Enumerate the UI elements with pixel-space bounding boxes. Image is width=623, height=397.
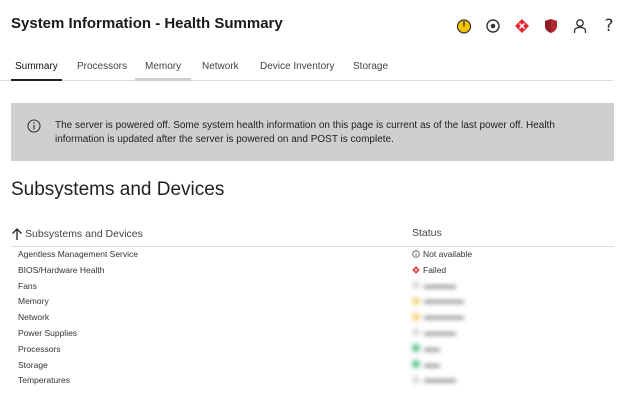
tab-label: Processors: [77, 61, 128, 72]
table-body: Agentless Management Service Not availab…: [11, 247, 614, 389]
blurred-status: ▬▬▬▬: [412, 281, 456, 290]
tab-device-inventory[interactable]: Device Inventory: [260, 61, 334, 80]
table-row[interactable]: Memory ▬▬▬▬▬: [11, 294, 614, 310]
help-glyph: ?: [604, 16, 614, 36]
blurred-status: ▬▬: [412, 344, 440, 353]
user-icon[interactable]: [570, 16, 590, 36]
blurred-status: ▬▬▬▬▬: [412, 312, 464, 321]
table-row[interactable]: Temperatures ▬▬▬▬: [11, 373, 614, 389]
blurred-status: ▬▬▬▬: [412, 328, 456, 337]
blurred-status-text: ▬▬▬▬▬: [424, 296, 464, 306]
page-title: System Information - Health Summary: [11, 15, 283, 32]
blurred-status-icon: [412, 312, 420, 321]
status-text: Failed: [423, 264, 447, 275]
banner-message: The server is powered off. Some system h…: [55, 120, 555, 145]
power-off-notice-banner: The server is powered off. Some system h…: [11, 103, 614, 161]
hover-tab-indicator: [135, 78, 192, 81]
row-name: Network: [18, 312, 50, 323]
column-header-label: Status: [412, 227, 442, 239]
status-text: Not available: [423, 249, 473, 259]
table-header: Subsystems and Devices Status: [11, 222, 614, 247]
blurred-status-icon: [412, 344, 420, 353]
column-header-status[interactable]: Status: [412, 227, 442, 239]
health-failed-icon[interactable]: [512, 16, 532, 36]
column-header-label: Subsystems and Devices: [25, 228, 143, 240]
blurred-status: ▬▬▬▬▬: [412, 296, 464, 305]
tab-processors[interactable]: Processors: [77, 61, 127, 80]
blurred-status-icon: [412, 328, 420, 337]
table-row[interactable]: Storage ▬▬: [11, 358, 614, 374]
row-name: Temperatures: [18, 375, 70, 386]
blurred-status-text: ▬▬: [424, 359, 440, 369]
tab-label: Memory: [145, 61, 182, 72]
blurred-status: ▬▬▬▬: [412, 375, 456, 384]
blurred-status-text: ▬▬: [424, 343, 440, 353]
blurred-status-text: ▬▬▬▬: [424, 280, 456, 290]
row-name: Power Supplies: [18, 327, 78, 338]
blurred-status-text: ▬▬▬▬: [424, 375, 456, 385]
row-status: Not available: [412, 249, 472, 259]
blurred-status: ▬▬: [412, 360, 440, 369]
info-icon: [27, 119, 41, 133]
row-status: Failed: [412, 265, 446, 275]
blurred-status-text: ▬▬▬▬: [424, 327, 456, 337]
tab-label: Device Inventory: [260, 61, 335, 72]
tab-storage[interactable]: Storage: [353, 61, 388, 80]
table-row[interactable]: Agentless Management Service Not availab…: [11, 247, 614, 263]
section-title: Subsystems and Devices: [11, 179, 225, 200]
column-header-subsystems[interactable]: Subsystems and Devices: [11, 227, 143, 241]
locator-icon[interactable]: [483, 16, 503, 36]
blurred-status-icon: [412, 375, 420, 384]
table-row[interactable]: Fans ▬▬▬▬: [11, 279, 614, 295]
tab-label: Summary: [15, 61, 58, 72]
table-row[interactable]: BIOS/Hardware Health Failed: [11, 263, 614, 279]
tab-label: Network: [202, 61, 239, 72]
tab-bar: Summary Processors Memory Network Device…: [0, 58, 613, 81]
failed-diamond-icon: [412, 266, 420, 274]
tab-label: Storage: [353, 61, 389, 72]
table-row[interactable]: Power Supplies ▬▬▬▬: [11, 326, 614, 342]
power-icon[interactable]: [454, 16, 474, 36]
header-toolbar: ?: [445, 16, 619, 36]
tab-memory[interactable]: Memory: [135, 61, 192, 81]
tab-summary[interactable]: Summary: [11, 61, 62, 81]
active-tab-indicator: [11, 79, 62, 81]
row-name: Fans: [18, 280, 37, 291]
health-summary-page: System Information - Health Summary ? Su…: [0, 0, 623, 397]
tab-network[interactable]: Network: [202, 61, 239, 80]
help-icon[interactable]: ?: [599, 16, 619, 36]
row-name: Agentless Management Service: [18, 249, 139, 259]
row-name: Processors: [18, 343, 61, 354]
blurred-status-text: ▬▬▬▬▬: [424, 312, 464, 322]
row-name: Storage: [18, 359, 48, 370]
info-circle-icon: [412, 250, 420, 258]
subsystems-table: Subsystems and Devices Status Agentless …: [11, 222, 614, 389]
row-name: Memory: [18, 296, 49, 307]
table-row[interactable]: Processors ▬▬: [11, 342, 614, 358]
row-name: BIOS/Hardware Health: [18, 264, 105, 275]
sort-ascending-arrow-icon: [12, 228, 22, 240]
security-shield-icon[interactable]: [541, 16, 561, 36]
table-row[interactable]: Network ▬▬▬▬▬: [11, 310, 614, 326]
blurred-status-icon: [412, 296, 420, 305]
blurred-status-icon: [412, 281, 420, 290]
blurred-status-icon: [412, 360, 420, 369]
